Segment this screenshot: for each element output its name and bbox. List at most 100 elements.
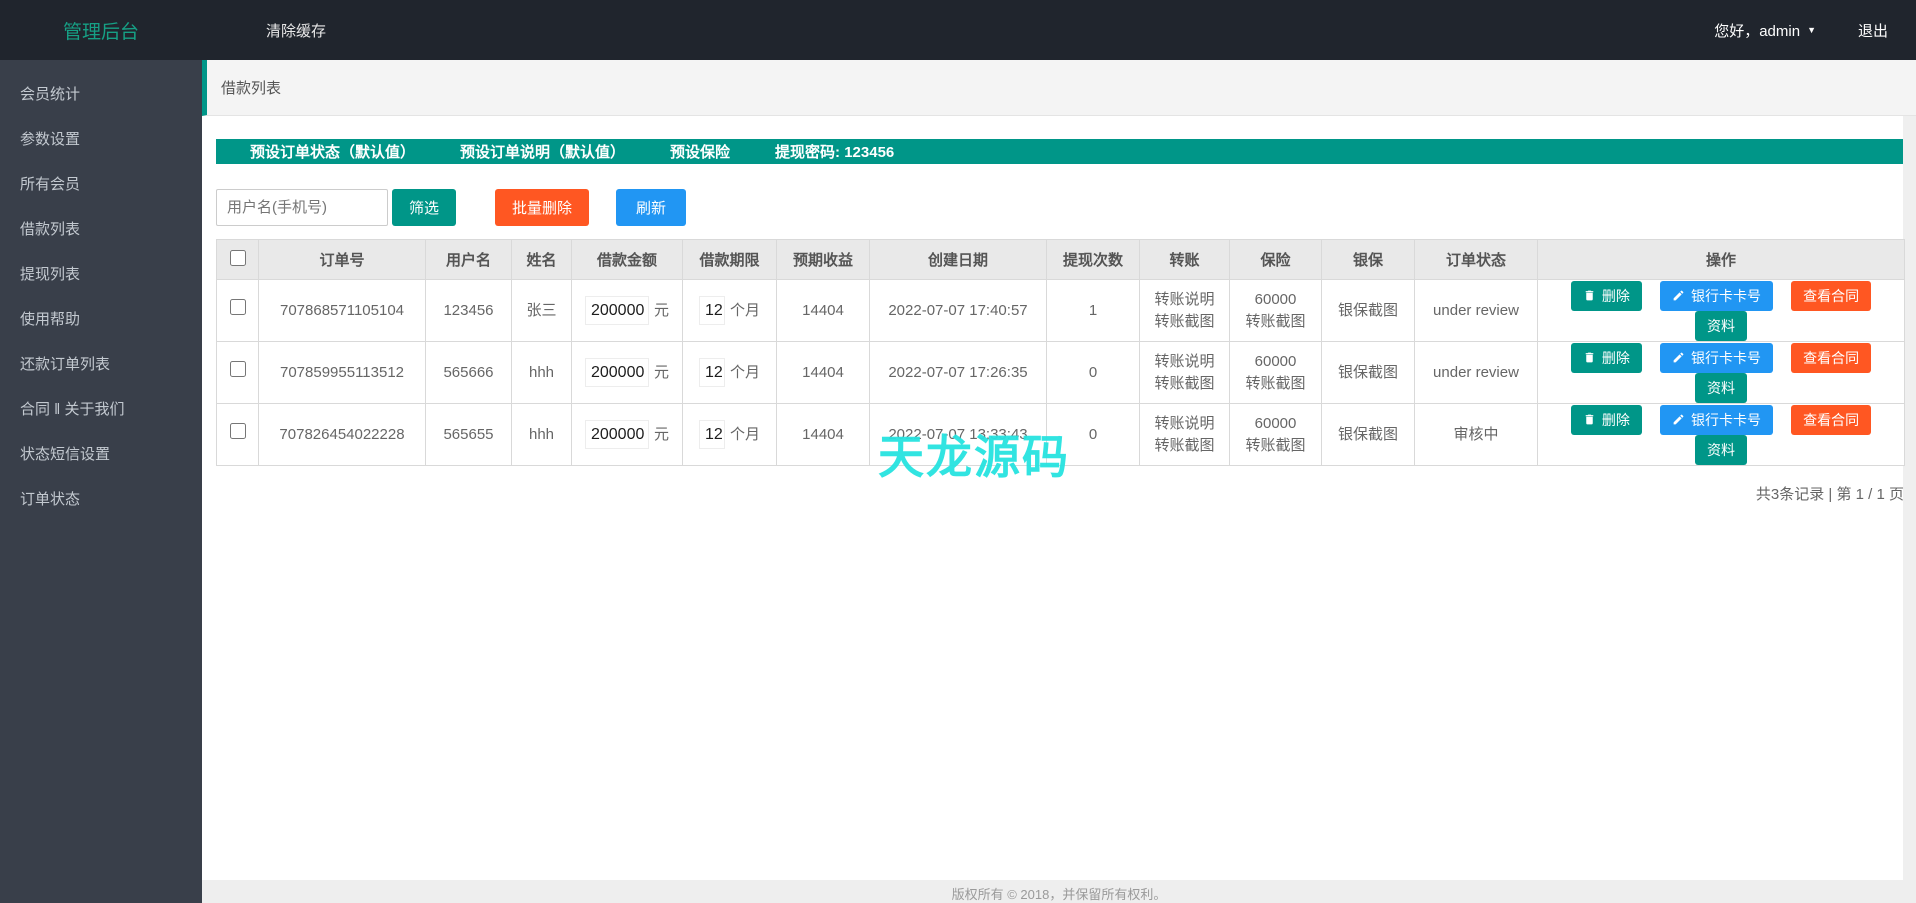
row-checkbox[interactable] — [229, 299, 246, 316]
user-greeting-label: 您好，admin — [1714, 22, 1801, 40]
header-loan-term: 借款期限 — [682, 239, 777, 280]
transfer-note-link[interactable]: 转账说明 — [1154, 415, 1214, 432]
loan-term-input[interactable]: 12 — [698, 296, 725, 325]
insurance-amount: 60000 — [1254, 290, 1297, 308]
loan-amount-input[interactable]: 200000 — [584, 296, 649, 325]
cell-order-status: under review — [1414, 341, 1538, 404]
transfer-screenshot-link[interactable]: 转账截图 — [1154, 437, 1214, 454]
cell-order-no: 707868571105104 — [258, 279, 426, 342]
cell-created-date: 2022-07-07 17:40:57 — [869, 279, 1047, 342]
table-header-row: 订单号 用户名 姓名 借款金额 借款期限 预期收益 创建日期 提现次数 转账 保… — [216, 239, 1905, 280]
header-created-date: 创建日期 — [869, 239, 1047, 280]
profile-button[interactable]: 资料 — [1695, 372, 1747, 403]
select-all-checkbox[interactable] — [229, 249, 246, 266]
delete-button[interactable]: 删除 — [1570, 280, 1642, 311]
cell-expected-profit: 14404 — [776, 279, 870, 342]
row-checkbox[interactable] — [229, 423, 246, 440]
header-loan-amount: 借款金额 — [571, 239, 683, 280]
loan-amount-input[interactable]: 200000 — [584, 420, 649, 449]
silver-screenshot-link[interactable]: 银保截图 — [1338, 426, 1398, 443]
header-username: 用户名 — [425, 239, 512, 280]
refresh-button[interactable]: 刷新 — [616, 189, 687, 226]
insurance-screenshot-link[interactable]: 转账截图 — [1245, 313, 1305, 330]
header-operations: 操作 — [1537, 239, 1905, 280]
cell-order-status: under review — [1414, 279, 1538, 342]
loan-term-input[interactable]: 12 — [698, 420, 725, 449]
preset-bar: 预设订单状态（默认值） 预设订单说明（默认值） 预设保险 提现密码: 12345… — [216, 139, 1903, 164]
transfer-screenshot-link[interactable]: 转账截图 — [1154, 313, 1214, 330]
month-unit-label: 个月 — [729, 302, 760, 319]
sidebar-item-member-stats[interactable]: 会员统计 — [0, 72, 202, 117]
month-unit-label: 个月 — [729, 364, 760, 381]
header-select-all — [216, 239, 259, 280]
sidebar-item-contract-about[interactable]: 合同 ‖ 关于我们 — [0, 387, 202, 432]
table-row: 707868571105104 123456 张三 200000 元 12 个月 1… — [216, 279, 1905, 342]
view-contract-button[interactable]: 查看合同 — [1791, 280, 1872, 311]
transfer-note-link[interactable]: 转账说明 — [1154, 353, 1214, 370]
sidebar-nav: 会员统计 参数设置 所有会员 借款列表 提现列表 使用帮助 还款订单列表 合同 … — [0, 60, 202, 903]
content-area: 借款列表 预设订单状态（默认值） 预设订单说明（默认值） 预设保险 提现密码: … — [202, 60, 1916, 903]
logout-button[interactable]: 退出 — [1858, 20, 1888, 41]
transfer-note-link[interactable]: 转账说明 — [1154, 291, 1214, 308]
username-search-input[interactable] — [216, 189, 388, 226]
header-insurance: 保险 — [1229, 239, 1322, 280]
row-checkbox[interactable] — [229, 361, 246, 378]
profile-button[interactable]: 资料 — [1695, 434, 1747, 465]
breadcrumb: 借款列表 — [202, 60, 1916, 116]
loan-term-input[interactable]: 12 — [698, 358, 725, 387]
user-menu[interactable]: 您好，admin ▼ — [1714, 20, 1816, 41]
header-transfer: 转账 — [1139, 239, 1230, 280]
sidebar-item-repayment-orders[interactable]: 还款订单列表 — [0, 342, 202, 387]
insurance-amount: 60000 — [1254, 414, 1297, 432]
table-row: 707859955113512 565666 hhh 200000 元 12 个月 … — [216, 341, 1905, 404]
bulk-delete-button[interactable]: 批量删除 — [495, 189, 590, 226]
clear-cache-button[interactable]: 清除缓存 — [266, 20, 326, 41]
trash-icon — [1585, 352, 1594, 363]
bank-card-button[interactable]: 银行卡卡号 — [1660, 404, 1773, 435]
sidebar-item-withdraw-list[interactable]: 提现列表 — [0, 252, 202, 297]
sidebar-item-order-status[interactable]: 订单状态 — [0, 477, 202, 522]
delete-button[interactable]: 删除 — [1570, 404, 1642, 435]
main-layout: 会员统计 参数设置 所有会员 借款列表 提现列表 使用帮助 还款订单列表 合同 … — [0, 60, 1916, 903]
delete-button[interactable]: 删除 — [1570, 342, 1642, 373]
trash-icon — [1585, 414, 1594, 425]
sidebar-item-status-sms[interactable]: 状态短信设置 — [0, 432, 202, 477]
pencil-icon — [1673, 352, 1684, 363]
bank-card-button[interactable]: 银行卡卡号 — [1660, 342, 1773, 373]
cell-username: 565666 — [425, 341, 512, 404]
preset-order-description-link[interactable]: 预设订单说明（默认值） — [460, 141, 625, 162]
chevron-down-icon: ▼ — [1807, 25, 1816, 35]
preset-insurance-link[interactable]: 预设保险 — [670, 141, 730, 162]
sidebar-item-parameter-settings[interactable]: 参数设置 — [0, 117, 202, 162]
insurance-screenshot-link[interactable]: 转账截图 — [1245, 437, 1305, 454]
page-title: 借款列表 — [221, 80, 282, 97]
pencil-icon — [1673, 414, 1684, 425]
cell-withdraw-count: 0 — [1046, 341, 1140, 404]
app-brand[interactable]: 管理后台 — [0, 17, 202, 44]
view-contract-button[interactable]: 查看合同 — [1791, 404, 1872, 435]
transfer-screenshot-link[interactable]: 转账截图 — [1154, 375, 1214, 392]
cell-withdraw-count: 0 — [1046, 403, 1140, 466]
cell-created-date: 2022-07-07 13:33:43 — [869, 403, 1047, 466]
insurance-screenshot-link[interactable]: 转账截图 — [1245, 375, 1305, 392]
view-contract-button[interactable]: 查看合同 — [1791, 342, 1872, 373]
top-navbar: 管理后台 清除缓存 您好，admin ▼ 退出 — [0, 0, 1916, 60]
header-withdraw-count: 提现次数 — [1046, 239, 1140, 280]
preset-order-status-link[interactable]: 预设订单状态（默认值） — [250, 141, 415, 162]
orders-table: 订单号 用户名 姓名 借款金额 借款期限 预期收益 创建日期 提现次数 转账 保… — [216, 239, 1905, 466]
silver-screenshot-link[interactable]: 银保截图 — [1338, 364, 1398, 381]
bank-card-button[interactable]: 银行卡卡号 — [1660, 280, 1773, 311]
sidebar-item-help[interactable]: 使用帮助 — [0, 297, 202, 342]
filter-button[interactable]: 筛选 — [392, 189, 457, 226]
yuan-unit-label: 元 — [653, 426, 669, 443]
profile-button[interactable]: 资料 — [1695, 310, 1747, 341]
trash-icon — [1585, 290, 1594, 301]
cell-name: hhh — [511, 403, 572, 466]
yuan-unit-label: 元 — [653, 302, 669, 319]
sidebar-item-all-members[interactable]: 所有会员 — [0, 162, 202, 207]
silver-screenshot-link[interactable]: 银保截图 — [1338, 302, 1398, 319]
copyright-footer: 版权所有 © 2018，并保留所有权利。 — [202, 880, 1916, 903]
loan-amount-input[interactable]: 200000 — [584, 358, 649, 387]
cell-created-date: 2022-07-07 17:26:35 — [869, 341, 1047, 404]
sidebar-item-loan-list[interactable]: 借款列表 — [0, 207, 202, 252]
